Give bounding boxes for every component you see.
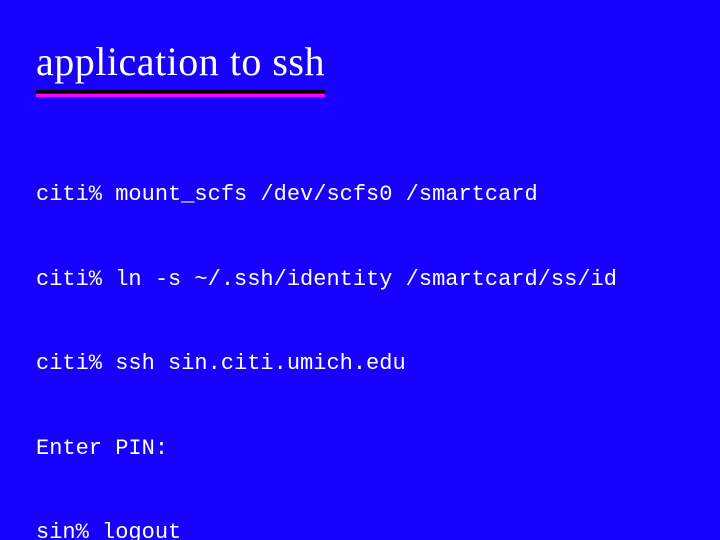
- code-line: citi% ssh sin.citi.umich.edu: [36, 350, 684, 378]
- title-underline: [36, 94, 325, 97]
- code-line: citi% mount_scfs /dev/scfs0 /smartcard: [36, 181, 684, 209]
- code-line: citi% ln -s ~/.ssh/identity /smartcard/s…: [36, 266, 684, 294]
- title-wrap: application to ssh: [36, 40, 325, 97]
- slide-title: application to ssh: [36, 40, 325, 86]
- slide: application to ssh citi% mount_scfs /dev…: [0, 0, 720, 540]
- code-line: sin% logout: [36, 519, 684, 540]
- title-underline-shadow: [36, 90, 325, 93]
- terminal-output: citi% mount_scfs /dev/scfs0 /smartcard c…: [36, 125, 684, 540]
- code-line: Enter PIN:: [36, 435, 684, 463]
